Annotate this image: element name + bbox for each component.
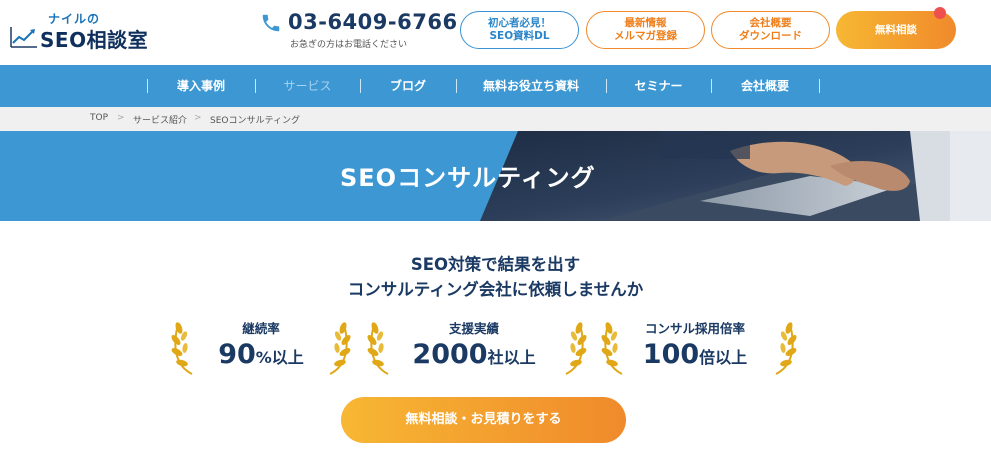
- page-title: SEOコンサルティング: [340, 164, 596, 192]
- nav-item-case-studies[interactable]: 導入事例: [147, 65, 255, 107]
- nav-item-seminar[interactable]: セミナー: [606, 65, 711, 107]
- nav-divider: [819, 79, 820, 93]
- phone-icon: [262, 14, 280, 32]
- stat-label: 継続率: [242, 321, 280, 336]
- breadcrumb-separator: >: [117, 113, 125, 123]
- newsletter-signup-button[interactable]: 最新情報 メルマガ登録: [586, 11, 705, 49]
- stat-number: 2000: [412, 339, 488, 370]
- lead-line: コンサルティング会社に依頼しませんか: [347, 280, 644, 299]
- breadcrumb-item-top[interactable]: TOP: [90, 113, 108, 123]
- stat-label: コンサル採用倍率: [644, 321, 745, 336]
- logo-title: SEO相談室: [40, 28, 149, 52]
- hero-banner: SEOコンサルティング: [0, 131, 991, 221]
- stat-hiring-ratio: コンサル採用倍率 100倍以上: [605, 318, 785, 378]
- notification-dot: [934, 7, 946, 19]
- stat-unit: 倍以上: [699, 348, 748, 367]
- site-logo[interactable]: ナイルの SEO相談室: [10, 8, 148, 52]
- lead-text: SEO対策で結果を出す コンサルティング会社に依頼しませんか: [0, 252, 991, 302]
- nav-item-company[interactable]: 会社概要: [711, 65, 819, 107]
- phone-note: お急ぎの方はお電話ください: [290, 40, 408, 50]
- seo-material-download-button[interactable]: 初心者必見！ SEO資料DL: [460, 11, 579, 49]
- breadcrumb-separator: >: [194, 113, 202, 123]
- stat-number: 100: [642, 339, 700, 370]
- button-line: ダウンロード: [739, 30, 802, 42]
- button-line: 初心者必見！: [488, 17, 551, 29]
- site-header: ナイルの SEO相談室 03-6409-6766 お急ぎの方はお電話ください 初…: [0, 0, 991, 65]
- stat-value: 90%以上: [171, 339, 351, 370]
- stat-value: 2000社以上: [384, 339, 564, 370]
- stat-number: 90: [218, 339, 256, 370]
- breadcrumb: TOP > サービス紹介 > SEOコンサルティング: [0, 107, 991, 131]
- breadcrumb-item-current: SEOコンサルティング: [210, 116, 300, 126]
- button-line: 最新情報: [624, 17, 667, 29]
- stat-label: 支援実績: [448, 321, 499, 336]
- consultation-quote-button[interactable]: 無料相談・お見積りをする: [341, 397, 626, 443]
- company-profile-download-button[interactable]: 会社概要 ダウンロード: [711, 11, 830, 49]
- stat-retention: 継続率 90%以上: [171, 318, 351, 378]
- chart-trend-icon: [10, 27, 37, 48]
- button-line: SEO資料DL: [489, 30, 550, 42]
- button-line: 無料相談: [875, 23, 917, 36]
- button-line: 会社概要: [749, 17, 792, 29]
- free-consultation-button[interactable]: 無料相談: [836, 7, 956, 49]
- stat-track-record: 支援実績 2000社以上: [384, 318, 564, 378]
- phone-number: 03-6409-6766: [288, 10, 458, 34]
- breadcrumb-item-services[interactable]: サービス紹介: [133, 113, 187, 126]
- page: ナイルの SEO相談室 03-6409-6766 お急ぎの方はお電話ください 初…: [0, 0, 991, 457]
- lead-line: SEO対策で結果を出す: [410, 255, 581, 274]
- nav-item-blog[interactable]: ブログ: [360, 65, 456, 107]
- nav-item-resources[interactable]: 無料お役立ち資料: [456, 65, 606, 107]
- phone-contact[interactable]: 03-6409-6766 お急ぎの方はお電話ください: [260, 10, 457, 54]
- button-line: メルマガ登録: [614, 30, 677, 42]
- stat-unit: %以上: [255, 348, 304, 367]
- main-nav: 導入事例 サービス ブログ 無料お役立ち資料 セミナー 会社概要: [0, 65, 991, 107]
- stat-value: 100倍以上: [605, 339, 785, 370]
- stat-unit: 社以上: [487, 348, 536, 367]
- laurel-right-icon: [565, 322, 587, 375]
- nav-item-services[interactable]: サービス: [255, 65, 360, 107]
